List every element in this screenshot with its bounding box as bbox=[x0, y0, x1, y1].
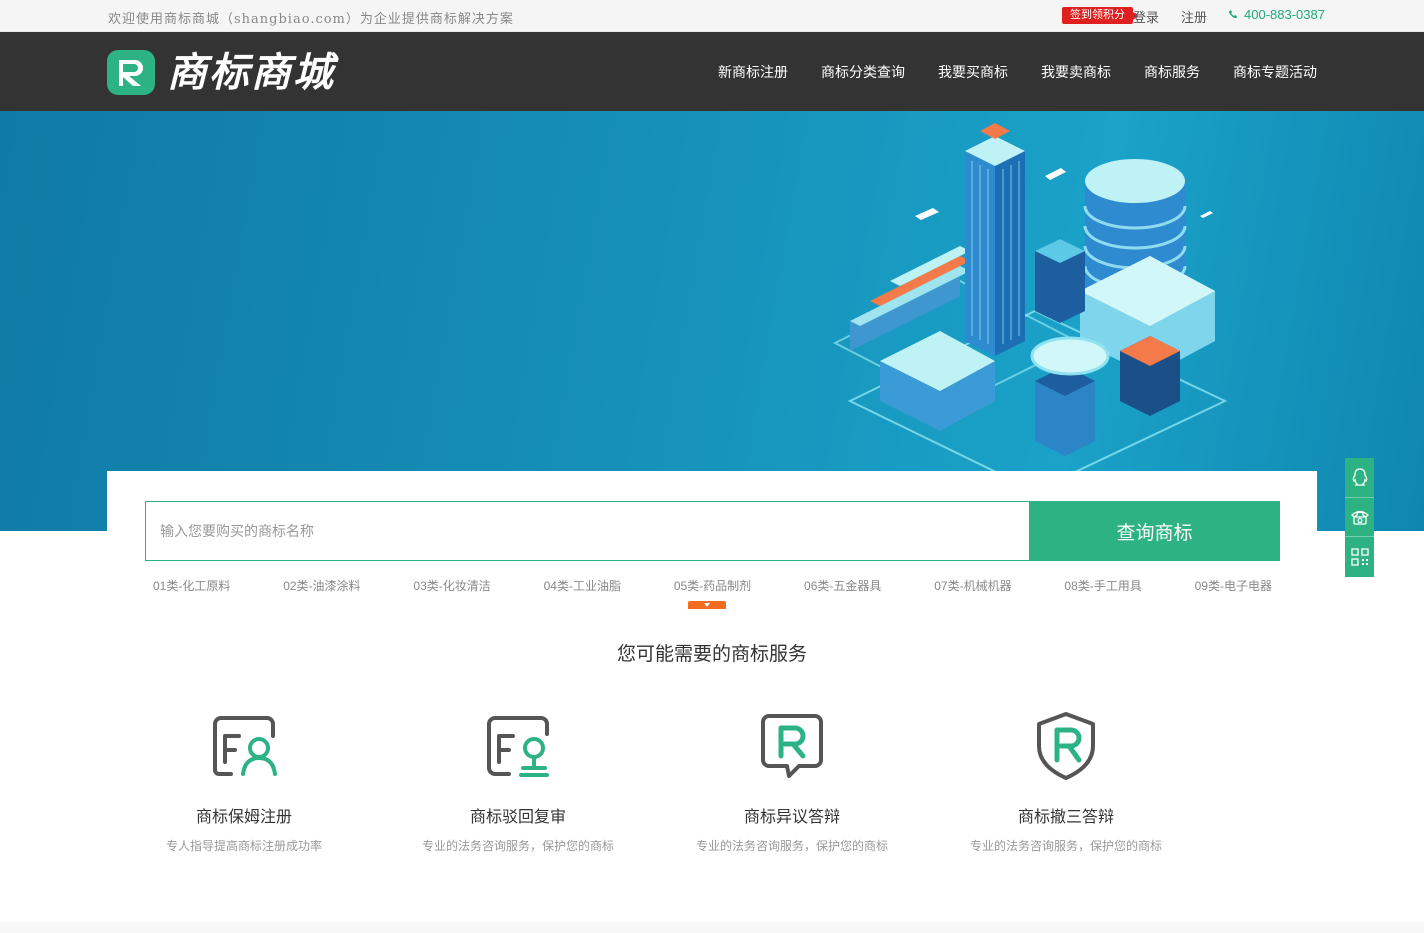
service-card[interactable]: 商标撤三答辩 专业的法务咨询服务，保护您的商标 bbox=[929, 710, 1203, 854]
category-link[interactable]: 05类-药品制剂 bbox=[674, 577, 751, 594]
category-link[interactable]: 08类-手工用具 bbox=[1064, 577, 1141, 594]
category-link[interactable]: 06类-五金器具 bbox=[804, 577, 881, 594]
qr-code-button[interactable] bbox=[1345, 537, 1374, 577]
service-description: 专业的法务咨询服务，保护您的商标 bbox=[421, 839, 614, 853]
objection-reply-icon bbox=[761, 714, 823, 778]
service-name: 商标驳回复审 bbox=[469, 809, 566, 826]
services-section-title: 您可能需要的商标服务 bbox=[616, 644, 807, 665]
logo-text: 商标商城 bbox=[167, 50, 335, 95]
category-link[interactable]: 04类-工业油脂 bbox=[544, 577, 621, 594]
nanny-register-icon bbox=[213, 716, 277, 776]
service-card[interactable]: 商标保姆注册 专人指导提高商标注册成功率 bbox=[107, 710, 381, 854]
side-float-toolbar bbox=[1345, 458, 1374, 577]
qq-chat-button[interactable] bbox=[1345, 458, 1374, 498]
service-description: 专业的法务咨询服务，保护您的商标 bbox=[695, 839, 888, 853]
search-trademark-button[interactable]: 查询商标 bbox=[1029, 501, 1280, 561]
nav-new-trademark-register[interactable]: 新商标注册 bbox=[718, 62, 788, 82]
logo-r-icon bbox=[107, 50, 155, 95]
phone-consult-button[interactable] bbox=[1345, 498, 1374, 538]
main-header: 商标商城 新商标注册 商标分类查询 我要买商标 我要卖商标 商标服务 商标专题活… bbox=[0, 32, 1424, 111]
register-link[interactable]: 注册 bbox=[1181, 7, 1207, 26]
signin-points-badge[interactable]: 签到领积分 bbox=[1062, 7, 1138, 24]
qq-icon bbox=[1352, 468, 1367, 486]
phone-contact: 400-883-0387 bbox=[1228, 7, 1325, 22]
main-nav: 新商标注册 商标分类查询 我要买商标 我要卖商标 商标服务 商标专题活动 bbox=[718, 32, 1317, 111]
nav-trademark-class-query[interactable]: 商标分类查询 bbox=[821, 62, 905, 82]
rejection-review-icon bbox=[487, 716, 549, 777]
footer-divider bbox=[0, 922, 1424, 933]
qr-code-icon bbox=[1350, 548, 1369, 566]
phone-icon bbox=[1228, 9, 1238, 19]
search-box bbox=[145, 501, 1030, 561]
service-name: 商标撤三答辩 bbox=[1017, 809, 1114, 826]
category-list: 01类-化工原料 02类-油漆涂料 03类-化妆清洁 04类-工业油脂 05类-… bbox=[145, 577, 1280, 594]
nav-trademark-campaigns[interactable]: 商标专题活动 bbox=[1233, 62, 1317, 82]
category-link[interactable]: 07类-机械机器 bbox=[934, 577, 1011, 594]
nav-sell-trademark[interactable]: 我要卖商标 bbox=[1041, 62, 1111, 82]
isometric-city-illustration bbox=[832, 123, 1228, 471]
service-name: 商标异议答辩 bbox=[743, 809, 840, 826]
login-link[interactable]: 登录 bbox=[1133, 7, 1159, 26]
expand-categories-toggle[interactable] bbox=[688, 601, 726, 609]
welcome-text: 欢迎使用商标商城（shangbiao.com）为企业提供商标解决方案 bbox=[108, 12, 514, 27]
site-logo[interactable]: 商标商城 bbox=[107, 50, 335, 95]
nav-buy-trademark[interactable]: 我要买商标 bbox=[938, 62, 1008, 82]
revocation-reply-icon bbox=[1037, 712, 1095, 780]
search-panel: 查询商标 01类-化工原料 02类-油漆涂料 03类-化妆清洁 04类-工业油脂… bbox=[107, 471, 1317, 621]
category-link[interactable]: 09类-电子电器 bbox=[1195, 577, 1272, 594]
phone-number: 400-883-0387 bbox=[1244, 7, 1325, 22]
service-card[interactable]: 商标异议答辩 专业的法务咨询服务，保护您的商标 bbox=[655, 710, 929, 854]
service-card[interactable]: 商标驳回复审 专业的法务咨询服务，保护您的商标 bbox=[381, 710, 655, 854]
category-link[interactable]: 01类-化工原料 bbox=[153, 577, 230, 594]
trademark-search-input[interactable] bbox=[146, 502, 1030, 560]
service-description: 专人指导提高商标注册成功率 bbox=[165, 839, 322, 853]
nav-trademark-service[interactable]: 商标服务 bbox=[1144, 62, 1200, 82]
hero-banner[interactable] bbox=[0, 111, 1424, 531]
telephone-icon bbox=[1350, 510, 1369, 525]
category-link[interactable]: 02类-油漆涂料 bbox=[283, 577, 360, 594]
category-link[interactable]: 03类-化妆清洁 bbox=[413, 577, 490, 594]
top-bar: 欢迎使用商标商城（shangbiao.com）为企业提供商标解决方案 签到领积分… bbox=[0, 0, 1424, 32]
service-name: 商标保姆注册 bbox=[195, 809, 292, 826]
service-description: 专业的法务咨询服务，保护您的商标 bbox=[969, 839, 1162, 853]
